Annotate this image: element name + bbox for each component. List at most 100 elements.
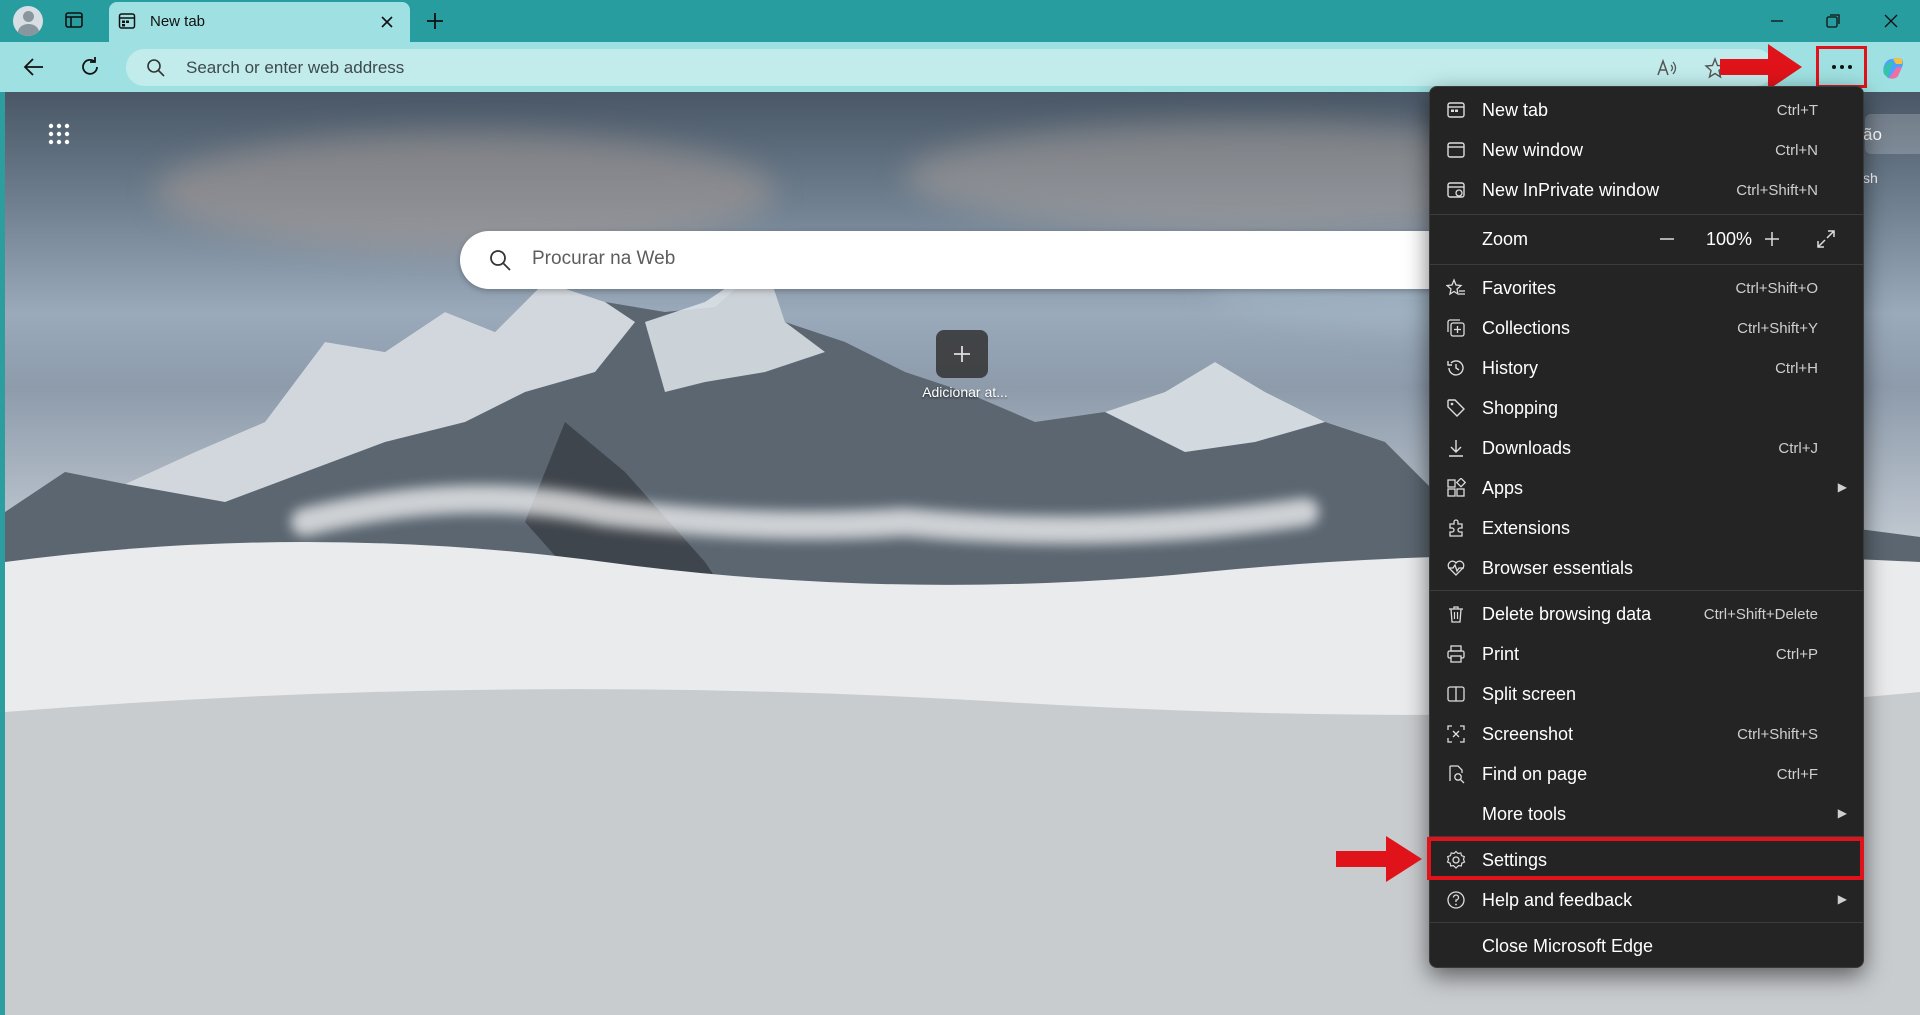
- menu-label: Downloads: [1482, 438, 1572, 458]
- right-panel-text-2: sh: [1863, 170, 1878, 186]
- profile-avatar[interactable]: [13, 6, 43, 36]
- menu-label: Find on page: [1482, 764, 1588, 784]
- zoom-in-icon[interactable]: [1760, 227, 1784, 251]
- shopping-tag-icon: [1447, 399, 1465, 417]
- menu-label: Shopping: [1482, 398, 1559, 418]
- plus-icon: [954, 346, 970, 362]
- settings-and-more-button[interactable]: [1816, 46, 1867, 88]
- menu-item-screenshot[interactable]: Screenshot Ctrl+Shift+S: [1430, 714, 1863, 754]
- zoom-out-icon[interactable]: [1655, 227, 1679, 251]
- menu-item-apps[interactable]: Apps ▶: [1430, 468, 1863, 508]
- menu-label: New tab: [1482, 100, 1549, 120]
- collections-icon: [1447, 319, 1465, 337]
- extensions-icon: [1449, 519, 1463, 537]
- window-icon: [1447, 142, 1465, 158]
- menu-item-help-and-feedback[interactable]: Help and feedback ▶: [1430, 880, 1863, 920]
- menu-shortcut: Ctrl+Shift+Delete: [1703, 606, 1818, 623]
- menu-shortcut: Ctrl+T: [1776, 102, 1818, 119]
- menu-shortcut: Ctrl+H: [1775, 360, 1818, 377]
- history-icon: [1447, 360, 1464, 376]
- menu-shortcut: Ctrl+F: [1776, 766, 1818, 783]
- menu-label: Close Microsoft Edge: [1482, 936, 1654, 956]
- menu-label: Favorites: [1482, 278, 1557, 298]
- menu-item-downloads[interactable]: Downloads Ctrl+J: [1430, 428, 1863, 468]
- menu-item-delete-browsing-data[interactable]: Delete browsing data Ctrl+Shift+Delete: [1430, 594, 1863, 634]
- tab-actions-icon[interactable]: [64, 10, 84, 30]
- menu-item-zoom: Zoom 100%: [1430, 219, 1863, 259]
- minimize-icon[interactable]: [1764, 8, 1790, 34]
- read-aloud-icon[interactable]: [1656, 57, 1678, 79]
- menu-label: Screenshot: [1482, 724, 1574, 744]
- menu-label: Apps: [1482, 478, 1524, 498]
- more-dots-icon: [1831, 65, 1852, 69]
- menu-label: More tools: [1482, 804, 1567, 824]
- gear-icon: [1446, 850, 1466, 869]
- menu-separator: [1430, 836, 1863, 837]
- menu-item-settings[interactable]: Settings: [1430, 840, 1863, 880]
- submenu-chevron-icon: ▶: [1837, 480, 1847, 494]
- zoom-level: 100%: [1706, 229, 1753, 249]
- submenu-chevron-icon: ▶: [1837, 892, 1847, 906]
- download-icon: [1449, 440, 1463, 457]
- new-tab-page-icon: [118, 13, 136, 29]
- web-search-placeholder: Procurar na Web: [532, 248, 676, 269]
- menu-separator: [1430, 214, 1863, 215]
- trash-icon: [1449, 606, 1463, 623]
- search-icon: [490, 250, 511, 271]
- menu-item-more-tools[interactable]: More tools ▶: [1430, 794, 1863, 834]
- menu-separator: [1430, 590, 1863, 591]
- right-panel-text: ão: [1863, 125, 1882, 144]
- address-bar[interactable]: Search or enter web address: [126, 49, 1774, 86]
- restore-icon[interactable]: [1820, 8, 1846, 34]
- menu-label: Delete browsing data: [1482, 604, 1652, 624]
- close-tab-icon[interactable]: [377, 12, 397, 32]
- menu-item-close-edge[interactable]: Close Microsoft Edge: [1430, 926, 1863, 966]
- new-tab-plus-icon[interactable]: [423, 9, 447, 33]
- menu-item-new-inprivate-window[interactable]: New InPrivate window Ctrl+Shift+N: [1430, 170, 1863, 210]
- menu-item-favorites[interactable]: Favorites Ctrl+Shift+O: [1430, 268, 1863, 308]
- menu-label: Print: [1482, 644, 1520, 664]
- add-shortcut-label: Adicionar at...: [922, 384, 1008, 400]
- menu-item-print[interactable]: Print Ctrl+P: [1430, 634, 1863, 674]
- menu-item-collections[interactable]: Collections Ctrl+Shift+Y: [1430, 308, 1863, 348]
- menu-item-new-window[interactable]: New window Ctrl+N: [1430, 130, 1863, 170]
- print-icon: [1447, 645, 1465, 663]
- favorites-icon: [1446, 278, 1465, 296]
- menu-shortcut: Ctrl+N: [1775, 142, 1818, 159]
- screenshot-icon: [1447, 725, 1465, 743]
- menu-item-split-screen[interactable]: Split screen: [1430, 674, 1863, 714]
- menu-shortcut: Ctrl+Shift+Y: [1737, 320, 1818, 337]
- menu-label: Settings: [1482, 850, 1548, 870]
- menu-label: Collections: [1482, 318, 1571, 338]
- copilot-icon[interactable]: [1879, 54, 1907, 82]
- close-window-icon[interactable]: [1878, 8, 1904, 34]
- menu-item-extensions[interactable]: Extensions: [1430, 508, 1863, 548]
- annotation-arrow-menu: [1720, 44, 1802, 90]
- fullscreen-icon[interactable]: [1814, 227, 1838, 251]
- zoom-label: Zoom: [1482, 229, 1529, 249]
- app-launcher-grid-icon[interactable]: [47, 122, 71, 146]
- menu-label: History: [1482, 358, 1539, 378]
- refresh-icon[interactable]: [77, 54, 103, 80]
- back-arrow-icon[interactable]: [21, 54, 47, 80]
- menu-shortcut: Ctrl+Shift+S: [1737, 726, 1818, 743]
- navigation-bar: Search or enter web address: [0, 42, 1920, 92]
- web-search-box[interactable]: Procurar na Web: [460, 231, 1470, 289]
- menu-item-browser-essentials[interactable]: Browser essentials: [1430, 548, 1863, 588]
- menu-label: Browser essentials: [1482, 558, 1634, 578]
- menu-label: New InPrivate window: [1482, 180, 1660, 200]
- menu-item-new-tab[interactable]: New tab Ctrl+T: [1430, 90, 1863, 130]
- menu-shortcut: Ctrl+P: [1775, 646, 1818, 663]
- menu-shortcut: Ctrl+Shift+O: [1735, 280, 1818, 297]
- inprivate-icon: [1447, 182, 1465, 198]
- menu-item-find-on-page[interactable]: Find on page Ctrl+F: [1430, 754, 1863, 794]
- menu-item-history[interactable]: History Ctrl+H: [1430, 348, 1863, 388]
- menu-separator: [1430, 922, 1863, 923]
- menu-item-shopping[interactable]: Shopping: [1430, 388, 1863, 428]
- heart-pulse-icon: [1447, 560, 1465, 576]
- menu-separator: [1430, 264, 1863, 265]
- help-icon: [1447, 891, 1465, 909]
- add-shortcut-button[interactable]: [936, 330, 988, 378]
- tab-new-tab[interactable]: New tab: [109, 2, 410, 42]
- menu-shortcut: Ctrl+Shift+N: [1736, 182, 1818, 199]
